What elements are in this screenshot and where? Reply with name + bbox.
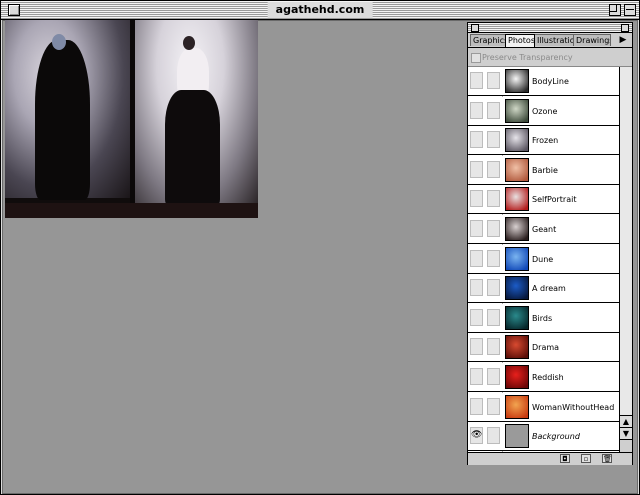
palette-close-icon[interactable] (471, 24, 479, 32)
layer-link-toggle[interactable] (487, 72, 500, 89)
preserve-transparency-label: Preserve Transparency (482, 53, 573, 62)
palette-footer: ◘ ▫ 🗑 (468, 452, 632, 465)
layer-link-toggle[interactable] (487, 308, 500, 326)
eye-visibility-icon[interactable] (470, 220, 483, 237)
window-title: agathehd.com (267, 2, 373, 18)
layer-thumbnail (505, 276, 529, 301)
layer-link-toggle[interactable] (487, 101, 500, 119)
layer-row[interactable]: A dream (468, 274, 619, 304)
layer-row[interactable]: Reddish (468, 363, 619, 392)
layer-link-toggle[interactable] (487, 220, 500, 237)
eye-visibility-icon[interactable] (470, 131, 483, 149)
photo-figure-left (35, 40, 90, 200)
eye-visibility-icon[interactable] (470, 338, 483, 356)
photo-figure-right (165, 90, 220, 205)
layer-row[interactable]: Dune (468, 244, 619, 274)
photo-figure-right-head (183, 36, 195, 50)
layer-thumbnail (505, 217, 529, 241)
layer-thumbnail (505, 187, 529, 212)
layer-link-toggle[interactable] (487, 279, 500, 297)
layer-row[interactable]: Barbie (468, 155, 619, 185)
window-titlebar[interactable]: agathehd.com (1, 1, 639, 20)
layer-name: BodyLine (532, 77, 569, 86)
close-box-icon[interactable] (8, 4, 20, 16)
preserve-transparency-row[interactable]: Preserve Transparency (470, 52, 630, 64)
eye-visibility-icon[interactable] (470, 397, 483, 415)
palette-menu-arrow-icon[interactable]: ▶ (617, 34, 629, 47)
eye-visibility-icon[interactable] (470, 279, 483, 297)
layer-thumbnail (505, 394, 529, 419)
layer-row[interactable]: SelfPortrait (468, 185, 619, 215)
layer-thumbnail (505, 157, 529, 182)
layer-row[interactable]: WomanWithoutHead (468, 392, 619, 422)
layer-name: Reddish (532, 373, 564, 382)
tab-graphics[interactable]: Graphics (470, 34, 506, 46)
palette-zoom-icon[interactable] (621, 24, 629, 32)
document-photo (5, 20, 258, 218)
eye-visibility-icon[interactable]: 👁 (470, 427, 483, 445)
photo-floor (5, 203, 258, 218)
layer-row[interactable]: Ozone (468, 96, 619, 126)
layer-name: Birds (532, 313, 553, 323)
layer-thumbnail (505, 424, 529, 449)
layers-list: BodyLine Ozone Frozen Barbie SelfPortrait Gea… (468, 67, 619, 452)
layer-name: Geant (532, 225, 557, 234)
layer-name: SelfPortrait (532, 195, 577, 205)
layer-thumbnail (505, 98, 529, 123)
scroll-corner (620, 439, 632, 452)
layer-row[interactable]: Drama (468, 333, 619, 363)
layer-link-toggle[interactable] (487, 190, 500, 208)
eye-visibility-icon[interactable] (470, 190, 483, 208)
preserve-transparency-checkbox[interactable] (471, 53, 481, 63)
layer-thumbnail (505, 69, 529, 93)
eye-visibility-icon[interactable] (470, 72, 483, 89)
layer-row[interactable]: Frozen (468, 126, 619, 156)
layer-name: Frozen (532, 136, 559, 146)
layer-link-toggle[interactable] (487, 397, 500, 415)
eye-visibility-icon[interactable] (470, 101, 483, 119)
layer-link-toggle[interactable] (487, 160, 500, 178)
layer-link-toggle[interactable] (487, 131, 500, 149)
layer-name: Ozone (532, 106, 558, 116)
layer-thumbnail (505, 335, 529, 360)
zoom-box-icon[interactable] (609, 4, 621, 16)
tab-illustrations[interactable]: Illustrations (534, 34, 574, 46)
tab-photos[interactable]: Photos (505, 34, 535, 47)
layer-link-toggle[interactable] (487, 249, 500, 267)
new-layer-icon[interactable]: ▫ (581, 454, 591, 463)
palette-tabs: Graphics Photos Illustrations Drawings (470, 34, 630, 48)
palette-titlebar[interactable] (468, 23, 632, 33)
tab-drawings[interactable]: Drawings (573, 34, 611, 46)
layer-name: Dune (532, 254, 554, 264)
trash-icon[interactable]: 🗑 (602, 454, 612, 463)
layer-row[interactable]: Geant (468, 215, 619, 244)
layers-palette: Graphics Photos Illustrations Drawings ▶… (467, 22, 633, 465)
photo-divider (130, 20, 135, 218)
eye-visibility-icon[interactable] (470, 368, 483, 385)
collapse-box-icon[interactable] (624, 4, 636, 16)
layer-name: Background (532, 432, 580, 442)
layer-row[interactable]: 👁 Background (468, 422, 619, 452)
layer-link-toggle[interactable] (487, 338, 500, 356)
app-window: agathehd.com Graphics Photos Illustratio… (0, 0, 640, 495)
layer-thumbnail (505, 128, 529, 153)
eye-visibility-icon[interactable] (470, 160, 483, 178)
layer-thumbnail (505, 246, 529, 271)
photo-figure-left-head (52, 34, 66, 50)
layer-mask-icon[interactable]: ◘ (560, 454, 570, 463)
layer-thumbnail (505, 365, 529, 389)
eye-visibility-icon[interactable] (470, 308, 483, 326)
layers-scrollbar[interactable]: ▲ ▼ (619, 67, 632, 452)
layer-name: Drama (532, 343, 560, 353)
layer-link-toggle[interactable] (487, 427, 500, 445)
tab-divider (468, 47, 632, 48)
layer-thumbnail (505, 305, 529, 330)
layer-row[interactable]: BodyLine (468, 67, 619, 96)
eye-visibility-icon[interactable] (470, 249, 483, 267)
layer-name: A dream (532, 284, 566, 294)
layer-link-toggle[interactable] (487, 368, 500, 385)
layer-name: Barbie (532, 165, 558, 175)
layer-row[interactable]: Birds (468, 303, 619, 333)
layer-name: WomanWithoutHead (532, 402, 615, 412)
